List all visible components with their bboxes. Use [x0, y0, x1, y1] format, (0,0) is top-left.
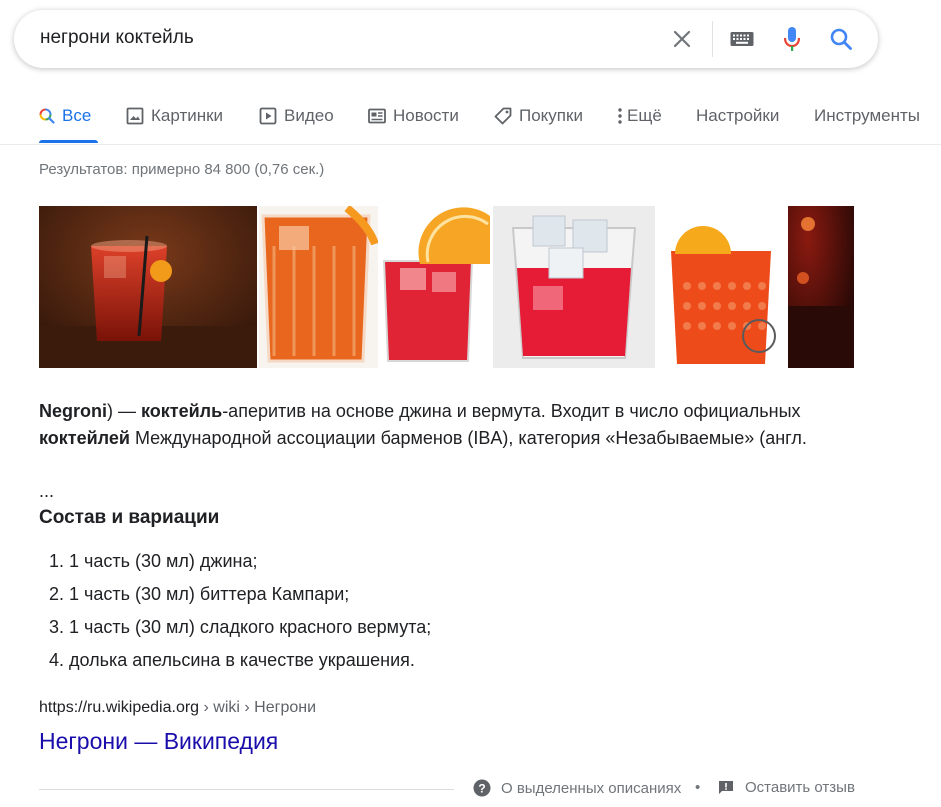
- result-stats: Результатов: примерно 84 800 (0,76 сек.): [39, 161, 325, 178]
- snippet-bold: Negroni: [39, 401, 108, 421]
- featured-snippet-text: Negroni) — коктейль-аперитив на основе д…: [39, 398, 839, 452]
- video-icon: [259, 107, 277, 125]
- result-url[interactable]: https://ru.wikipedia.org › wiki › Негрон…: [39, 699, 316, 717]
- more-vert-icon: [617, 107, 623, 125]
- snippet-text: -аперитив на основе джина и вермута. Вхо…: [222, 401, 801, 421]
- tab-images[interactable]: Картинки: [126, 106, 223, 126]
- microphone-icon[interactable]: [780, 27, 804, 51]
- feedback-label: Оставить отзыв: [745, 779, 855, 796]
- list-item: 4. долька апельсина в качестве украшения…: [48, 650, 415, 670]
- negroni-image-3[interactable]: [380, 206, 491, 368]
- tab-label: Все: [62, 106, 92, 125]
- tab-news[interactable]: Новости: [368, 106, 459, 126]
- tag-icon: [494, 107, 512, 125]
- feedback-link[interactable]: Оставить отзыв: [718, 779, 855, 796]
- ingredient-text: 1 часть (30 мл) джина;: [69, 551, 258, 571]
- active-tab-indicator: [39, 140, 98, 143]
- about-label: О выделенных описаниях: [501, 779, 682, 797]
- snippet-text: ) —: [107, 401, 142, 421]
- image-icon: [126, 107, 144, 125]
- tab-label: Покупки: [519, 106, 583, 125]
- negroni-image-1[interactable]: [39, 206, 257, 368]
- search-tabs: Все Картинки Видео Новости Покупки Ещё Н…: [0, 100, 941, 145]
- keyboard-icon[interactable]: [730, 27, 754, 51]
- close-icon[interactable]: [670, 27, 694, 51]
- image-strip: [39, 206, 854, 368]
- tab-video[interactable]: Видео: [259, 106, 334, 126]
- tab-tools[interactable]: Инструменты: [814, 106, 920, 126]
- ingredient-text: 1 часть (30 мл) биттера Кампари;: [69, 584, 350, 604]
- snippet-bold: коктейль: [141, 401, 223, 421]
- tab-label: Инструменты: [814, 106, 921, 125]
- search-icon[interactable]: [829, 27, 853, 51]
- tab-label: Новости: [393, 106, 459, 125]
- search-icon: [39, 108, 55, 124]
- negroni-image-2[interactable]: [259, 206, 378, 368]
- ingredient-list: 1. 1 часть (30 мл) джина; 2. 1 часть (30…: [39, 545, 431, 677]
- result-title-link[interactable]: Негрони — Википедия: [39, 728, 278, 755]
- list-item: 3. 1 часть (30 мл) сладкого красного вер…: [48, 617, 432, 637]
- search-input[interactable]: негрони коктейль: [40, 27, 194, 49]
- tab-shopping[interactable]: Покупки: [494, 106, 583, 126]
- tab-more[interactable]: Ещё: [617, 106, 662, 126]
- list-item: 1. 1 часть (30 мл) джина;: [48, 551, 258, 571]
- news-icon: [368, 108, 386, 124]
- list-item: 2. 1 часть (30 мл) биттера Кампари;: [48, 584, 350, 604]
- search-box[interactable]: негрони коктейль: [14, 10, 878, 68]
- ingredient-text: 1 часть (30 мл) сладкого красного вермут…: [69, 617, 432, 637]
- footer-separator: •: [695, 779, 701, 796]
- tab-settings[interactable]: Настройки: [696, 106, 779, 126]
- divider: [39, 789, 454, 790]
- tab-label: Картинки: [151, 106, 224, 125]
- url-breadcrumb: › wiki › Негрони: [199, 699, 317, 716]
- ingredient-text: долька апельсина в качестве украшения.: [69, 650, 415, 670]
- negroni-image-4[interactable]: [493, 206, 655, 368]
- section-heading: Состав и вариации: [39, 507, 220, 528]
- about-snippets-link[interactable]: ? О выделенных описаниях: [473, 779, 681, 797]
- tab-label: Ещё: [627, 106, 662, 125]
- tab-label: Видео: [284, 106, 334, 125]
- snippet-bold: коктейлей: [39, 428, 130, 448]
- search-divider: [712, 21, 713, 57]
- url-domain: https://ru.wikipedia.org: [39, 699, 200, 716]
- tab-all[interactable]: Все: [39, 106, 91, 126]
- snippet-ellipsis: ...: [39, 481, 55, 501]
- svg-text:?: ?: [478, 782, 485, 796]
- feedback-icon: [718, 780, 734, 796]
- snippet-text: Международной ассоциации барменов (IBA),…: [129, 428, 807, 448]
- negroni-image-6[interactable]: [788, 206, 854, 368]
- tab-label: Настройки: [696, 106, 780, 125]
- negroni-image-5[interactable]: [657, 206, 786, 368]
- help-icon: ?: [473, 779, 491, 797]
